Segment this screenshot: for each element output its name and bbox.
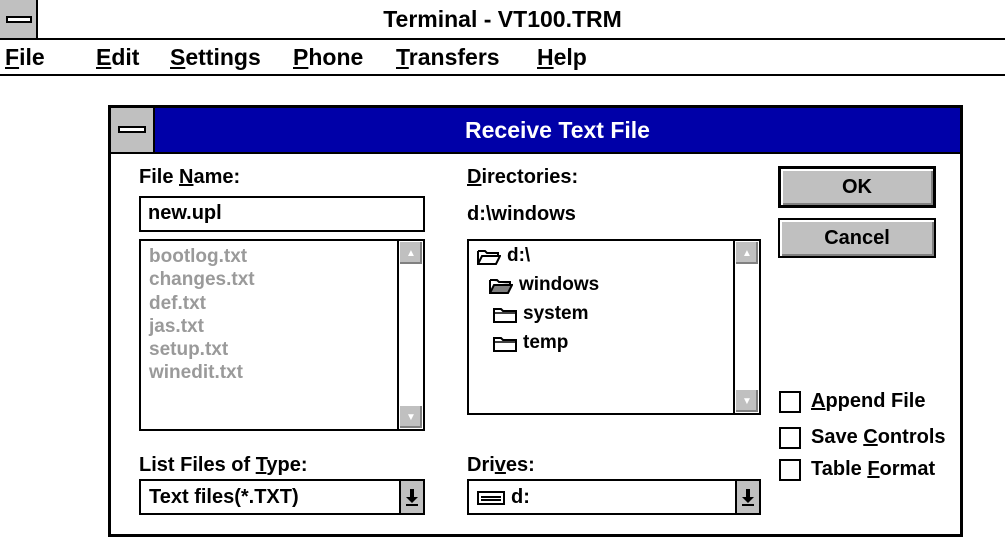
file-name-label: File Name: <box>139 166 241 188</box>
menu-settings[interactable]: Settings <box>170 44 261 71</box>
drives-label: Drives: <box>467 454 535 476</box>
directory-item-selected[interactable]: windows <box>489 274 599 296</box>
checkbox-label: Append File <box>811 390 926 412</box>
scroll-up-button[interactable]: ▲ <box>399 241 423 265</box>
scroll-up-icon: ▲ <box>742 247 752 259</box>
list-item[interactable]: setup.txt <box>149 338 255 361</box>
dialog-title: Receive Text File <box>465 117 650 143</box>
file-type-label: List Files of Type: <box>139 454 308 476</box>
checkbox-box[interactable] <box>779 458 801 481</box>
drives-dropdown-button[interactable] <box>735 481 759 513</box>
drives-select[interactable]: d: <box>467 479 761 515</box>
list-item[interactable]: def.txt <box>149 292 255 315</box>
open-folder-icon <box>477 248 501 265</box>
dialog-titlebar: Receive Text File <box>111 108 960 154</box>
scroll-up-icon: ▲ <box>406 247 416 259</box>
menu-help[interactable]: Help <box>537 44 587 71</box>
dialog-system-menu-button[interactable] <box>111 108 155 152</box>
save-controls-checkbox[interactable]: Save Controls <box>779 426 946 449</box>
append-file-checkbox[interactable]: Append File <box>779 390 925 413</box>
checkbox-box[interactable] <box>779 426 801 449</box>
file-name-input[interactable]: new.upl <box>139 196 425 232</box>
list-item[interactable]: winedit.txt <box>149 361 255 384</box>
checkbox-box[interactable] <box>779 390 801 413</box>
current-directory: d:\windows <box>467 203 576 225</box>
menu-file[interactable]: File <box>5 44 45 71</box>
checkbox-label: Save Controls <box>811 426 946 448</box>
scroll-down-icon: ▼ <box>406 411 416 423</box>
drive-icon <box>477 490 505 505</box>
menu-bar: File Edit Settings Phone Transfers Help <box>0 40 1005 76</box>
drive-value: d: <box>477 486 530 509</box>
dropdown-arrow-icon <box>742 489 754 506</box>
scroll-down-button[interactable]: ▼ <box>735 389 759 413</box>
dropdown-arrow-icon <box>406 489 418 506</box>
folder-icon <box>493 306 517 323</box>
list-item[interactable]: jas.txt <box>149 315 255 338</box>
menu-phone[interactable]: Phone <box>293 44 363 71</box>
open-folder-icon <box>489 277 513 294</box>
scroll-down-button[interactable]: ▼ <box>399 405 423 429</box>
directories-label: Directories: <box>467 166 579 188</box>
folder-icon <box>493 335 517 352</box>
window-titlebar: Terminal - VT100.TRM <box>0 0 1005 40</box>
file-type-value: Text files(*.TXT) <box>149 486 299 508</box>
scroll-up-button[interactable]: ▲ <box>735 241 759 265</box>
directory-listbox[interactable]: d:\ windows system temp ▲ ▼ <box>467 239 761 415</box>
directory-item[interactable]: d:\ <box>477 245 530 267</box>
ok-button[interactable]: OK <box>778 166 936 208</box>
file-list-scrollbar[interactable]: ▲ ▼ <box>397 241 423 429</box>
directory-item[interactable]: temp <box>493 332 568 354</box>
menu-edit[interactable]: Edit <box>96 44 139 71</box>
list-item[interactable]: bootlog.txt <box>149 245 255 268</box>
table-format-checkbox[interactable]: Table Format <box>779 458 935 481</box>
scroll-down-icon: ▼ <box>742 395 752 407</box>
system-menu-icon <box>118 126 146 133</box>
menu-transfers[interactable]: Transfers <box>396 44 500 71</box>
file-list: bootlog.txt changes.txt def.txt jas.txt … <box>149 245 255 385</box>
list-item[interactable]: changes.txt <box>149 268 255 291</box>
window-title: Terminal - VT100.TRM <box>383 6 622 32</box>
file-type-dropdown-button[interactable] <box>399 481 423 513</box>
cancel-button[interactable]: Cancel <box>778 218 936 258</box>
directory-scrollbar[interactable]: ▲ ▼ <box>733 241 759 413</box>
receive-text-file-dialog: Receive Text File File Name: new.upl boo… <box>108 105 963 537</box>
file-type-select[interactable]: Text files(*.TXT) <box>139 479 425 515</box>
file-listbox[interactable]: bootlog.txt changes.txt def.txt jas.txt … <box>139 239 425 431</box>
directory-item[interactable]: system <box>493 303 589 325</box>
checkbox-label: Table Format <box>811 458 936 480</box>
